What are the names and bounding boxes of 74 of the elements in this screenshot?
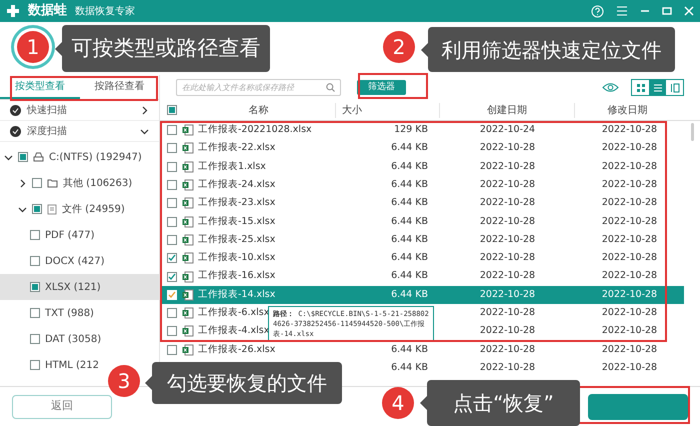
- modified-date: 2022-10-28: [602, 123, 658, 138]
- step-number-badge: 2: [383, 31, 415, 63]
- file-name: 工作报表-15.xlsx: [198, 214, 276, 228]
- file-size: 6.44 KB: [391, 232, 428, 247]
- modified-date: 2022-10-28: [602, 251, 658, 266]
- file-name: 工作报表-16.xlsx: [198, 269, 276, 284]
- tree-label: C:(NTFS) (192947): [49, 150, 142, 164]
- step-number-badge: 1: [17, 31, 49, 63]
- modified-date: 2022-10-28: [602, 306, 658, 320]
- created-date: 2022-10-28: [480, 160, 536, 174]
- created-date: 2022-10-28: [480, 196, 536, 210]
- created-date: 2022-10-28: [480, 360, 536, 375]
- modified-date: 2022-10-28: [602, 288, 658, 302]
- step-number-badge: 3: [108, 365, 140, 397]
- tree-label: PDF (477): [45, 228, 95, 242]
- file-name: 工作报表-22.xlsx: [198, 141, 276, 156]
- step-number-badge: 4: [382, 387, 414, 419]
- tree-label: TXT (988): [45, 306, 94, 320]
- modified-date: 2022-10-28: [602, 196, 658, 210]
- file-name: 工作报表-24.xlsx: [198, 178, 276, 192]
- created-date: 2022-10-28: [480, 141, 536, 156]
- file-name: 工作报表-26.xlsx: [198, 342, 276, 357]
- file-name: 工作报表-14.xlsx: [198, 288, 276, 302]
- scan-label: 深度扫描: [27, 124, 67, 138]
- modified-date: 2022-10-28: [602, 324, 658, 338]
- file-name: 工作报表-4.xlsx: [198, 324, 270, 338]
- modified-date: 2022-10-28: [602, 269, 658, 284]
- file-name: 工作报表-25.xlsx: [198, 232, 276, 247]
- tree-label: 其他 (106263): [63, 176, 132, 190]
- callout-tooltip: 点击“恢复”: [420, 380, 580, 426]
- file-size: 6.44 KB: [391, 269, 428, 284]
- created-date: 2022-10-28: [480, 342, 536, 357]
- callout-tooltip: 利用筛选器快速定位文件: [421, 27, 675, 72]
- created-date: 2022-10-24: [480, 123, 536, 138]
- created-date: 2022-10-28: [480, 251, 536, 266]
- modified-date: 2022-10-28: [602, 342, 658, 357]
- app-tagline: 数据恢复专家: [75, 4, 135, 18]
- created-date: 2022-10-28: [480, 269, 536, 284]
- modified-date: 2022-10-28: [602, 141, 658, 156]
- scan-label: 快速扫描: [27, 104, 67, 118]
- modified-date: 2022-10-28: [602, 360, 658, 375]
- file-size: 6.44 KB: [391, 360, 428, 375]
- callout-tooltip: 勾选要恢复的文件: [145, 362, 342, 404]
- file-size: 6.44 KB: [391, 141, 428, 156]
- file-name: 工作报表-6.xlsx: [198, 306, 270, 320]
- tree-label: 文件 (24959): [62, 202, 125, 216]
- file-size: 6.44 KB: [391, 214, 428, 228]
- created-date: 2022-10-28: [480, 306, 536, 320]
- file-size: 6.44 KB: [391, 288, 428, 302]
- created-date: 2022-10-28: [480, 178, 536, 192]
- tree-label: XLSX (121): [45, 280, 101, 294]
- created-date: 2022-10-28: [480, 288, 536, 302]
- file-size: 6.44 KB: [391, 342, 428, 357]
- created-date: 2022-10-28: [480, 214, 536, 228]
- app-name: 数据蛙: [28, 2, 67, 20]
- file-name: 工作报表-20221028.xlsx: [198, 123, 312, 138]
- file-size: 129 KB: [394, 123, 428, 138]
- modified-date: 2022-10-28: [602, 232, 658, 247]
- tree-label: HTML (212: [45, 358, 99, 372]
- file-size: 6.44 KB: [391, 251, 428, 266]
- created-date: 2022-10-28: [480, 324, 536, 338]
- modified-date: 2022-10-28: [602, 214, 658, 228]
- file-size: 6.44 KB: [391, 160, 428, 174]
- file-name: 工作报表-10.xlsx: [198, 251, 276, 266]
- file-size: 6.44 KB: [391, 178, 428, 192]
- file-size: 6.44 KB: [391, 196, 428, 210]
- tree-label: DAT (3058): [45, 332, 102, 346]
- callout-tooltip: 可按类型或路径查看: [55, 25, 270, 72]
- file-name: 工作报表1.xlsx: [198, 160, 266, 174]
- modified-date: 2022-10-28: [602, 160, 658, 174]
- created-date: 2022-10-28: [480, 232, 536, 247]
- file-name: 工作报表-23.xlsx: [198, 196, 276, 210]
- tree-label: DOCX (427): [45, 254, 104, 268]
- modified-date: 2022-10-28: [602, 178, 658, 192]
